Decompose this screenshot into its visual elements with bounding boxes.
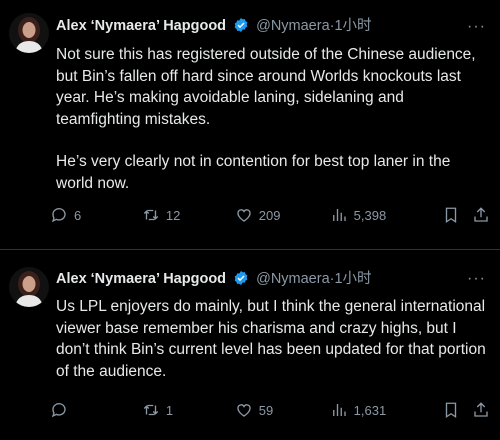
share-icon	[474, 402, 488, 417]
bookmark-button[interactable]	[442, 401, 466, 419]
more-icon[interactable]: ···	[467, 270, 486, 288]
retweet-button[interactable]: 1	[142, 401, 235, 419]
heart-icon	[237, 209, 251, 222]
heart-icon	[237, 404, 251, 417]
tweet[interactable]: Alex ‘Nymaera’ Hapgood @Nymaera·1小时 ··· …	[0, 0, 500, 248]
reply-button[interactable]	[50, 401, 142, 419]
views-count: 1,631	[353, 402, 387, 418]
views-button[interactable]: 1,631	[330, 401, 443, 419]
tweet-header: Alex ‘Nymaera’ Hapgood @Nymaera·1小时	[56, 270, 372, 288]
like-button[interactable]: 59	[235, 401, 330, 419]
divider	[0, 249, 500, 250]
retweet-icon	[143, 404, 159, 416]
verified-badge-icon	[234, 18, 248, 32]
tweet[interactable]: Alex ‘Nymaera’ Hapgood @Nymaera·1小时 ··· …	[0, 252, 500, 440]
avatar[interactable]	[9, 13, 49, 53]
timestamp[interactable]: 1小时	[334, 271, 371, 287]
bookmark-button[interactable]	[442, 206, 466, 224]
share-icon	[474, 207, 488, 222]
bookmark-icon	[446, 402, 457, 419]
author-name[interactable]: Alex ‘Nymaera’ Hapgood	[56, 18, 226, 34]
tweet-text: Not sure this has registered outside of …	[56, 44, 488, 194]
tweet-actions: 1 59 1,631	[50, 401, 490, 419]
author-name[interactable]: Alex ‘Nymaera’ Hapgood	[56, 271, 226, 287]
like-count: 209	[258, 207, 281, 223]
reply-button[interactable]: 6	[50, 206, 142, 224]
views-icon	[332, 404, 346, 416]
reply-count: 6	[74, 207, 82, 223]
reply-icon	[51, 403, 66, 418]
author-handle[interactable]: @Nymaera	[256, 271, 330, 287]
more-icon[interactable]: ···	[467, 18, 486, 36]
tweet-text: Us LPL enjoyers do mainly, but I think t…	[56, 296, 488, 382]
tweet-actions: 6 12 209 5,398	[50, 206, 490, 224]
views-button[interactable]: 5,398	[330, 206, 443, 224]
views-count: 5,398	[353, 207, 387, 223]
like-button[interactable]: 209	[235, 206, 330, 224]
author-handle[interactable]: @Nymaera	[256, 18, 330, 34]
retweet-count: 1	[165, 402, 174, 418]
avatar[interactable]	[9, 267, 49, 307]
share-button[interactable]	[472, 206, 490, 224]
retweet-button[interactable]: 12	[142, 206, 235, 224]
views-icon	[332, 209, 346, 221]
tweet-header: Alex ‘Nymaera’ Hapgood @Nymaera·1小时	[56, 17, 372, 35]
timestamp[interactable]: 1小时	[334, 18, 371, 34]
bookmark-icon	[446, 207, 457, 224]
reply-icon	[51, 208, 66, 223]
share-button[interactable]	[472, 401, 490, 419]
tweet-paragraph: Us LPL enjoyers do mainly, but I think t…	[56, 298, 486, 380]
retweet-count: 12	[165, 207, 181, 223]
like-count: 59	[258, 402, 274, 418]
tweet-paragraph: Not sure this has registered outside of …	[56, 46, 476, 128]
tweet-paragraph: He’s very clearly not in contention for …	[56, 153, 451, 192]
retweet-icon	[143, 209, 159, 221]
verified-badge-icon	[234, 271, 248, 285]
